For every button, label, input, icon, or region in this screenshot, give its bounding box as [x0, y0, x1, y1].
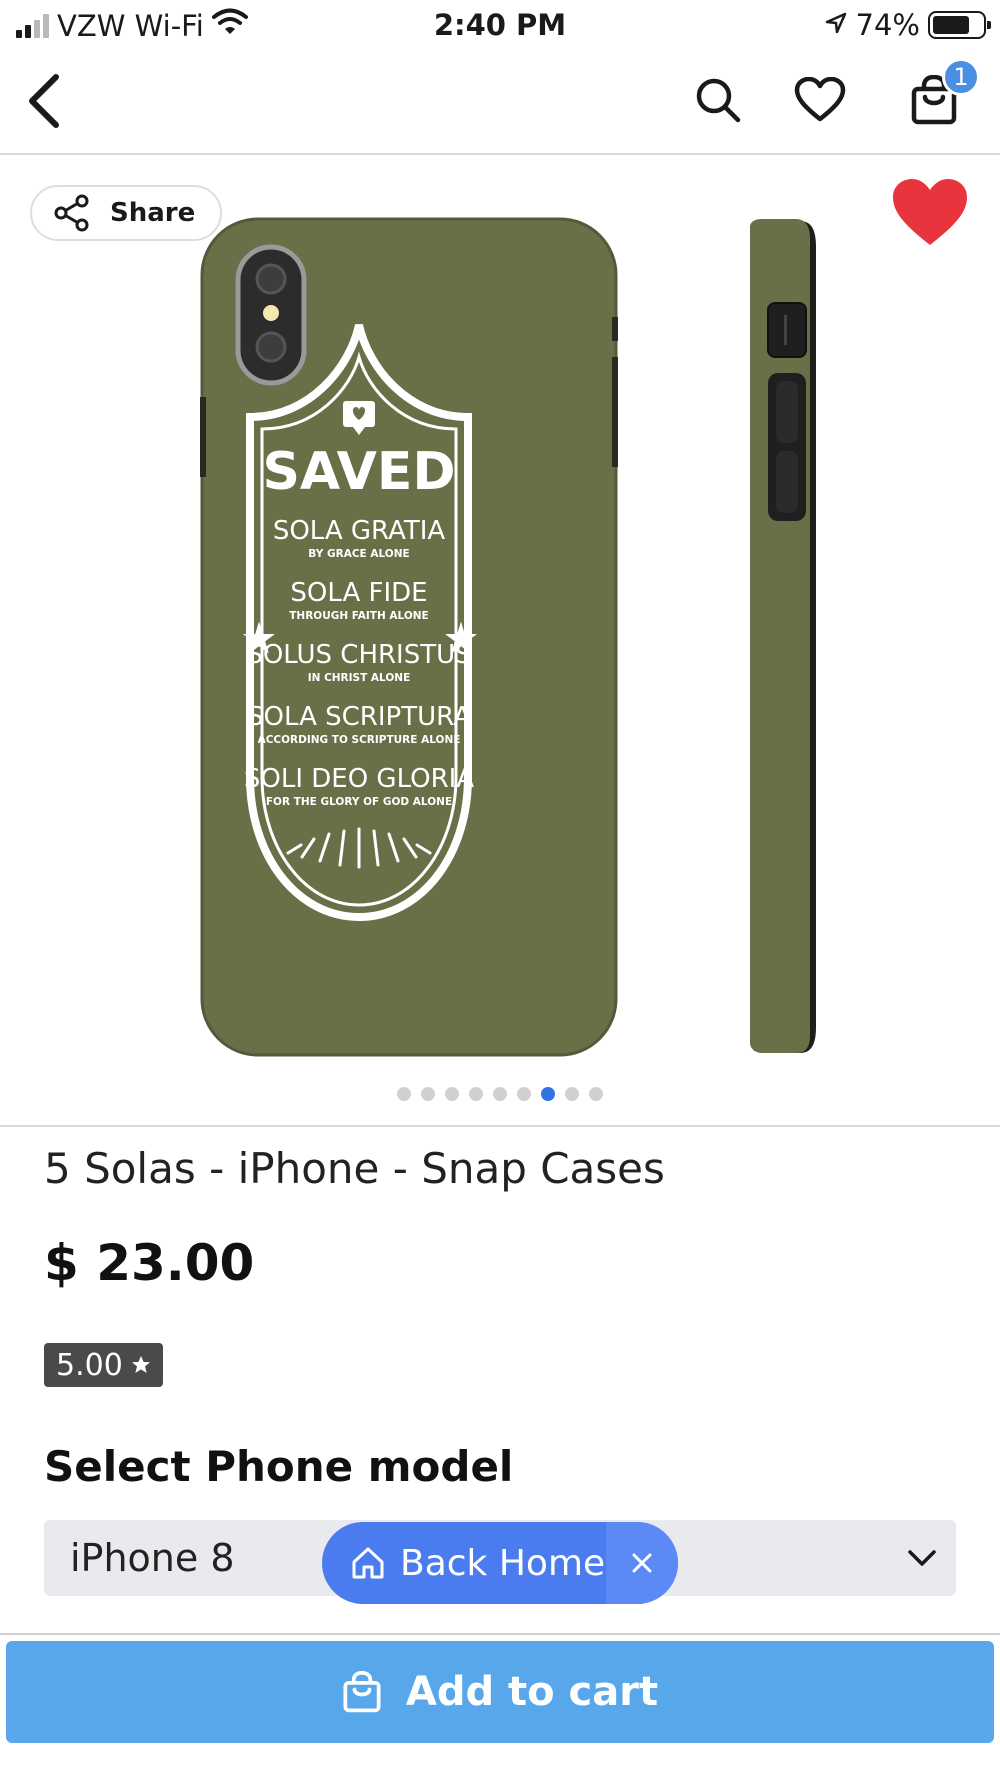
search-button[interactable]	[686, 68, 750, 132]
battery-percent: 74%	[855, 8, 920, 42]
case-print-subline: THROUGH FAITH ALONE	[289, 610, 428, 622]
chevron-left-icon	[29, 74, 59, 128]
gallery-dot[interactable]	[589, 1087, 603, 1101]
gallery-dot[interactable]	[421, 1087, 435, 1101]
bottom-divider	[0, 1633, 1000, 1635]
product-image-front: SAVED SOLA GRATIA BY GRACE ALONE SOLA FIDE T…	[200, 217, 618, 1057]
product-price: $ 23.00	[44, 1234, 255, 1292]
star-icon	[131, 1356, 150, 1373]
case-print-line: SOLUS CHRISTUS	[246, 640, 471, 670]
battery-level	[933, 16, 969, 34]
share-icon	[54, 194, 89, 232]
battery-icon	[928, 11, 991, 39]
case-print-subline: BY GRACE ALONE	[308, 548, 409, 560]
share-button[interactable]: Share	[30, 185, 222, 241]
home-icon	[352, 1547, 384, 1579]
wishlist-button[interactable]	[788, 68, 852, 132]
back-button[interactable]	[14, 66, 74, 136]
case-print-line: SOLA FIDE	[290, 578, 427, 608]
back-home-button[interactable]: Back Home	[322, 1522, 606, 1604]
back-home-label: Back Home	[400, 1542, 606, 1584]
heart-outline-icon	[794, 77, 846, 122]
status-bar: VZW Wi-Fi 2:40 PM 74%	[0, 0, 1000, 52]
share-label: Share	[110, 198, 196, 228]
shopping-bag-icon	[343, 1671, 381, 1713]
selected-model: iPhone 8	[70, 1536, 235, 1580]
add-to-cart-button[interactable]: Add to cart	[6, 1641, 994, 1743]
add-to-cart-label: Add to cart	[405, 1669, 659, 1715]
gallery-dot[interactable]	[445, 1087, 459, 1101]
favorite-button[interactable]	[890, 177, 970, 249]
rating-badge: 5.00	[44, 1343, 163, 1387]
status-right: 74%	[824, 8, 991, 42]
case-print-subline: FOR THE GLORY OF GOD ALONE	[266, 796, 452, 808]
gallery-dot[interactable]	[469, 1087, 483, 1101]
cart-button[interactable]: 1	[902, 58, 980, 132]
gallery-dot[interactable]	[493, 1087, 507, 1101]
gallery-dot[interactable]	[397, 1087, 411, 1101]
option-label: Select Phone model	[44, 1442, 514, 1491]
close-icon	[632, 1553, 652, 1573]
case-print-line: SOLI DEO GLORIA	[244, 764, 474, 794]
chevron-down-icon	[908, 1550, 936, 1566]
top-nav: 1	[0, 58, 1000, 155]
gallery-dot[interactable]	[541, 1087, 555, 1101]
product-gallery[interactable]: Share SAVED SOLA GRATIA BY GRACE ALONE SOLA	[0, 157, 1000, 1127]
cart-count-badge: 1	[942, 58, 980, 96]
case-print-title: SAVED	[262, 442, 455, 502]
gallery-dot[interactable]	[517, 1087, 531, 1101]
case-print-subline: ACCORDING TO SCRIPTURE ALONE	[258, 734, 461, 746]
search-icon	[696, 78, 741, 123]
product-image-side	[750, 219, 816, 1053]
case-print-subline: IN CHRIST ALONE	[308, 672, 411, 684]
gallery-pagination[interactable]	[0, 1087, 1000, 1101]
location-icon	[824, 8, 848, 42]
rating-value: 5.00	[56, 1347, 123, 1383]
gallery-dot[interactable]	[565, 1087, 579, 1101]
product-title: 5 Solas - iPhone - Snap Cases	[44, 1144, 665, 1193]
back-home-pill: Back Home	[322, 1522, 678, 1604]
case-print-line: SOLA SCRIPTURA	[247, 702, 471, 732]
case-print-line: SOLA GRATIA	[273, 516, 446, 546]
heart-filled-icon	[893, 179, 967, 245]
